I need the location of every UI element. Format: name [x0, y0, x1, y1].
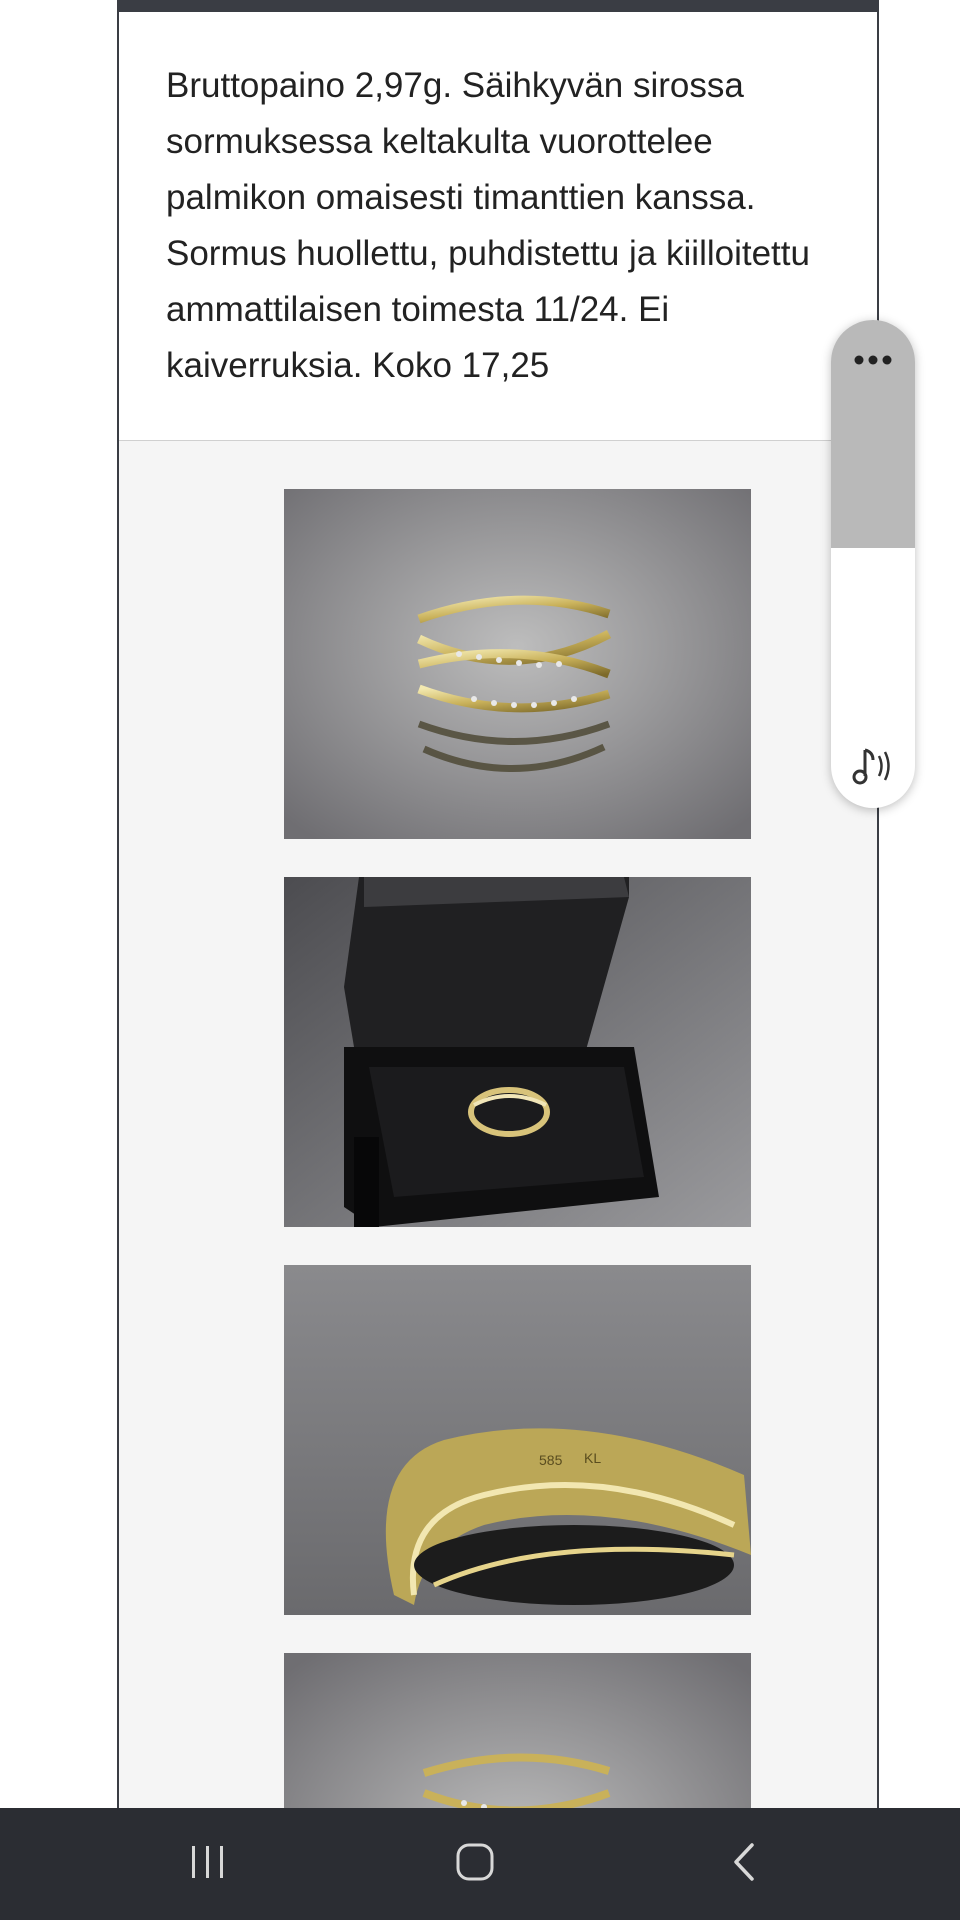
read-aloud-icon[interactable]	[847, 742, 899, 790]
system-navigation-bar	[0, 1808, 960, 1920]
home-button[interactable]	[435, 1834, 515, 1894]
card-top-border	[119, 0, 877, 12]
back-button[interactable]	[705, 1834, 785, 1894]
svg-text:585: 585	[539, 1452, 563, 1468]
more-icon[interactable]	[851, 350, 895, 370]
product-description: Bruttopaino 2,97g. Säihkyvän sirossa sor…	[166, 66, 810, 385]
ring-front-photo[interactable]	[284, 489, 751, 839]
recent-apps-icon	[188, 1844, 228, 1885]
read-aloud-widget[interactable]	[831, 320, 915, 808]
svg-text:KL: KL	[584, 1450, 601, 1466]
image-gallery: 585 KL	[119, 440, 877, 1808]
ring-inside-hallmark-photo[interactable]: 585 KL	[284, 1265, 751, 1615]
ring-front-photo-partial[interactable]	[284, 1653, 751, 1808]
product-card: Bruttopaino 2,97g. Säihkyvän sirossa sor…	[117, 0, 879, 1808]
ring-in-box-photo[interactable]	[284, 877, 751, 1227]
back-icon	[730, 1842, 760, 1887]
home-icon	[455, 1842, 495, 1887]
recent-apps-button[interactable]	[168, 1834, 248, 1894]
